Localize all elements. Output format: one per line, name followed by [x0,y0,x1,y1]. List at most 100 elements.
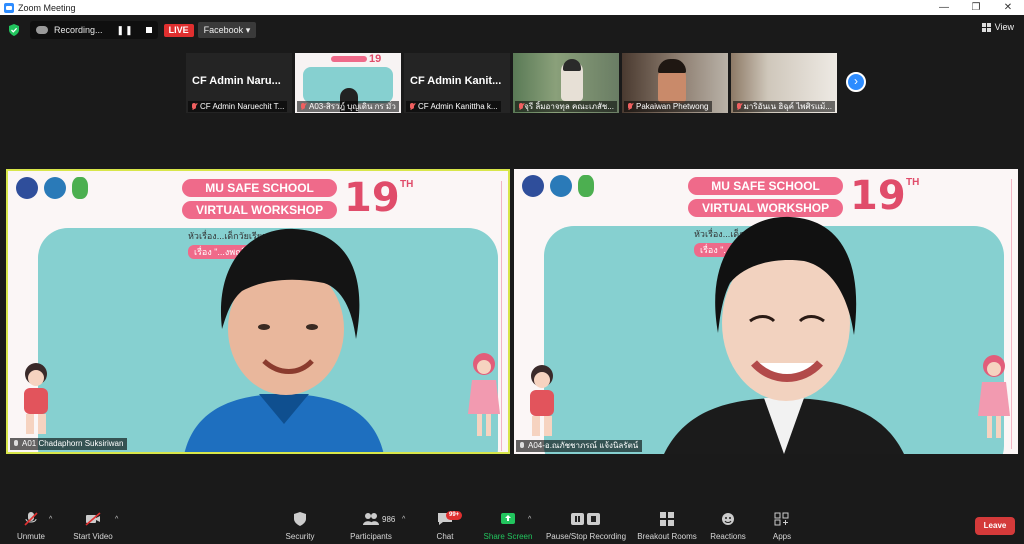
speaker-nametag: A04-อ.ณภัชชาภรณ์ แจ้งนิลรัตน์ [516,440,643,452]
video-tile-active-speaker[interactable]: MU SAFE SCHOOL VIRTUAL WORKSHOP 19 TH หั… [6,169,510,454]
apps-button[interactable]: Apps [768,506,796,544]
live-badge[interactable]: LIVE [163,23,194,37]
audio-options-caret[interactable]: ^ [49,516,52,523]
slide-thumbnail-19: 19 [369,53,382,65]
slide-thumbnail-pill [331,56,367,62]
participant-thumbnail[interactable]: Pakaiwan Phetwong [622,53,728,113]
stream-target-dropdown[interactable]: Facebook ▾ [197,22,257,38]
share-screen-icon [501,513,515,524]
window-controls: — ❐ ✕ [928,0,1024,15]
share-screen-label: Share Screen [483,532,533,541]
participant-count: 986 [382,515,396,524]
speaker-name: A01 Chadaphorn Suksiriwan [22,439,124,448]
zoom-app-icon [4,2,14,13]
participant-name: CF Admin Naruechit T... [200,102,285,111]
reactions-label: Reactions [710,532,746,541]
breakout-rooms-icon [660,512,674,526]
slide-title-line2: VIRTUAL WORKSHOP [182,201,338,219]
participant-name: มาริอันเน ฮิฉุค์ ไพศิรแม้... [743,102,832,111]
participant-label: มาริอันเน ฮิฉุค์ ไพศิรแม้... [733,101,835,112]
view-label: View [994,22,1014,32]
slide-edition-suffix: TH [906,177,920,188]
leave-button[interactable]: Leave [975,517,1015,535]
pause-stop-recording-icon [571,513,600,525]
next-page-arrow-icon[interactable]: › [846,72,866,92]
participant-thumbnail[interactable]: CF Admin Naru... CF Admin Naruechit T... [186,53,292,113]
slide-banner: MU SAFE SCHOOL VIRTUAL WORKSHOP [182,179,338,223]
slide-logos [16,177,88,199]
mic-icon [13,440,19,448]
security-button[interactable]: Security [282,506,318,544]
pause-stop-recording-button[interactable]: Pause/Stop Recording [544,506,628,544]
pause-recording-icon[interactable]: ❚❚ [117,25,134,36]
recording-indicator: Recording... ❚❚ [30,21,158,39]
chevron-down-icon: ▾ [245,25,251,35]
university-logo-icon [16,177,38,199]
window-titlebar: Zoom Meeting — ❐ ✕ [0,0,1024,15]
participant-name: Pakaiwan Phetwong [636,102,709,111]
unmute-label: Unmute [16,532,45,541]
cartoon-girl-illustration [468,353,500,436]
maximize-button[interactable]: ❐ [960,0,992,15]
recording-label: Recording... [54,25,103,35]
video-person-hair [563,59,581,71]
stop-recording-icon[interactable] [145,27,152,33]
mic-muted-icon [409,102,415,111]
participant-thumbnail[interactable]: จุรี ลิ้มอาจทุล คณะเภสัช... [513,53,619,113]
apps-icon [774,512,789,526]
participant-thumbnail[interactable]: CF Admin Kanit... CF Admin Kanittha k... [404,53,510,113]
participant-label: CF Admin Naruechit T... [188,101,288,112]
pause-stop-recording-label: Pause/Stop Recording [545,532,627,541]
mic-muted-icon [736,102,741,111]
speaker-nametag: A01 Chadaphorn Suksiriwan [10,438,128,450]
start-video-button[interactable]: Start Video [70,506,116,544]
meeting-toolbar: Unmute ^ Start Video ^ Security Particip… [0,506,1024,544]
mic-muted-icon [191,102,197,111]
video-person-hair [658,59,686,73]
participants-label: Participants [350,532,392,541]
participant-display-name: CF Admin Kanit... [410,75,502,87]
university-logo-icon [522,175,544,197]
chat-label: Chat [436,532,454,541]
video-options-caret[interactable]: ^ [115,516,118,523]
participants-options-caret[interactable]: ^ [402,516,405,523]
mic-muted-icon [627,102,633,111]
participant-label: A03-สิรวฎ์ บุญเดิน กร มั่ว [297,101,399,112]
participant-thumbnail-strip: CF Admin Naru... CF Admin Naruechit T...… [186,53,837,113]
microphone-muted-icon [24,512,38,526]
cartoon-girl-illustration [978,355,1010,438]
participant-video-person [664,216,904,454]
breakout-rooms-button[interactable]: Breakout Rooms [636,506,698,544]
view-button[interactable]: View [981,22,1014,32]
reactions-button[interactable]: Reactions [708,506,748,544]
unmute-button[interactable]: Unmute [14,506,48,544]
cartoon-kid-illustration [24,363,48,434]
apps-label: Apps [772,532,792,541]
close-window-button[interactable]: ✕ [992,0,1024,15]
meeting-topbar: Recording... ❚❚ LIVE Facebook ▾ View [0,16,1024,44]
participant-thumbnail[interactable]: 19 A03-สิรวฎ์ บุญเดิน กร มั่ว [295,53,401,113]
participant-display-name: CF Admin Naru... [192,75,281,87]
share-screen-button[interactable]: Share Screen [482,506,534,544]
mic-muted-icon [518,102,524,111]
encryption-shield-icon[interactable] [8,24,20,36]
institute-logo-icon [44,177,66,199]
video-tile[interactable]: MU SAFE SCHOOL VIRTUAL WORKSHOP 19 TH หั… [514,169,1018,454]
slide-edition-suffix: TH [400,179,414,190]
participant-name: จุรี ลิ้มอาจทุล คณะเภสัช... [524,102,614,111]
share-options-caret[interactable]: ^ [528,516,531,523]
participant-thumbnail[interactable]: มาริอันเน ฮิฉุค์ ไพศิรแม้... [731,53,837,113]
slide-logos [522,175,594,197]
participants-icon [363,513,379,525]
speaker-name: A04-อ.ณภัชชาภรณ์ แจ้งนิลรัตน์ [528,441,639,450]
chat-unread-badge: 99+ [446,511,463,520]
smiley-plus-icon [722,513,734,525]
mic-muted-icon [300,102,306,111]
mic-icon [519,442,525,450]
stream-target-label: Facebook [203,25,244,35]
video-camera-off-icon [85,512,101,526]
participant-name: CF Admin Kanittha k... [418,102,498,111]
participants-button[interactable]: Participants [346,506,396,544]
minimize-button[interactable]: — [928,0,960,15]
participant-label: จุรี ลิ้มอาจทุล คณะเภสัช... [515,101,617,112]
